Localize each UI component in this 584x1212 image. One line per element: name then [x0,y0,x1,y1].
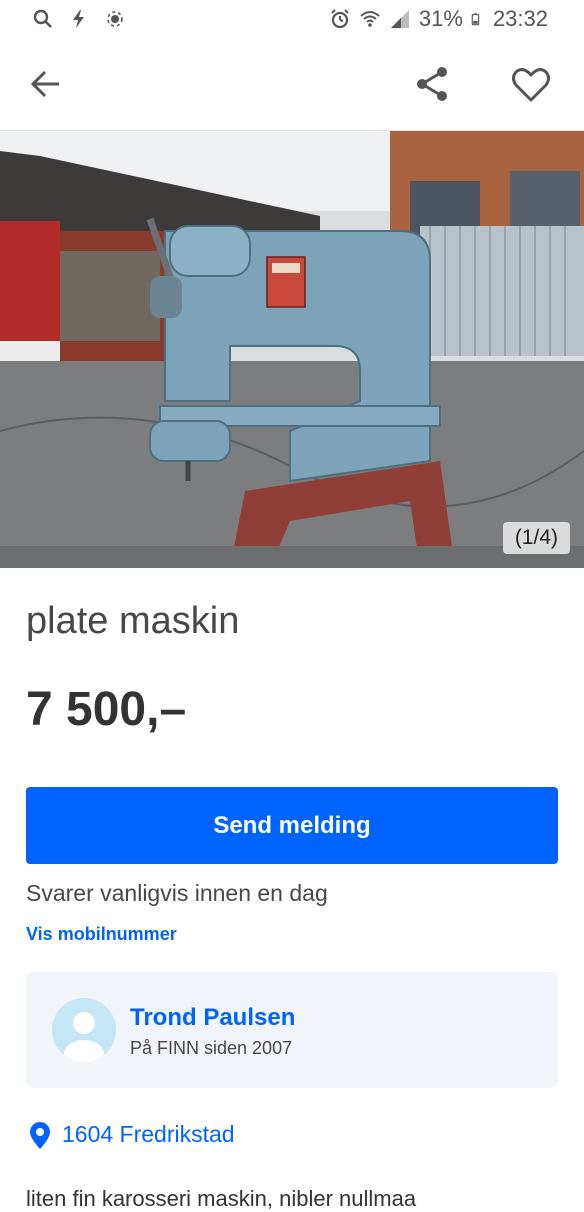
seller-name[interactable]: Trond Paulsen [130,1004,295,1032]
machine-photo-illustration [0,131,584,568]
image-counter: (1/4) [502,522,570,554]
heart-icon[interactable] [510,64,552,106]
seller-card[interactable]: Trond Paulsen På FINN siden 2007 [26,972,558,1088]
signal-icon [390,10,409,28]
app-bar [0,40,584,131]
reply-time-note: Svarer vanligvis innen en dag [26,880,328,906]
share-icon[interactable] [412,64,452,104]
alarm-icon [331,9,349,29]
location-link[interactable]: 1604 Fredrikstad [62,1121,235,1148]
listing-photo[interactable]: (1/4) [0,131,584,568]
listing-price: 7 500,– [26,683,187,736]
send-message-button[interactable]: Send melding [26,787,558,864]
listing-title: plate maskin [26,600,240,642]
user-avatar-icon [52,998,116,1062]
wifi-icon [360,11,380,27]
status-bar: 31% 23:32 [0,0,584,40]
back-arrow-icon[interactable] [26,64,66,104]
flash-icon [73,10,84,28]
battery-percent: 31% [418,6,463,31]
show-mobile-number-link[interactable]: Vis mobilnummer [26,924,177,945]
search-icon [33,9,52,28]
location-sensor-icon [107,11,123,27]
clock: 23:32 [492,6,548,31]
listing-description: liten fin karosseri maskin, nibler nullm… [26,1186,417,1211]
battery-icon [471,13,480,26]
map-pin-icon [30,1122,50,1149]
seller-member-since: På FINN siden 2007 [130,1038,293,1058]
